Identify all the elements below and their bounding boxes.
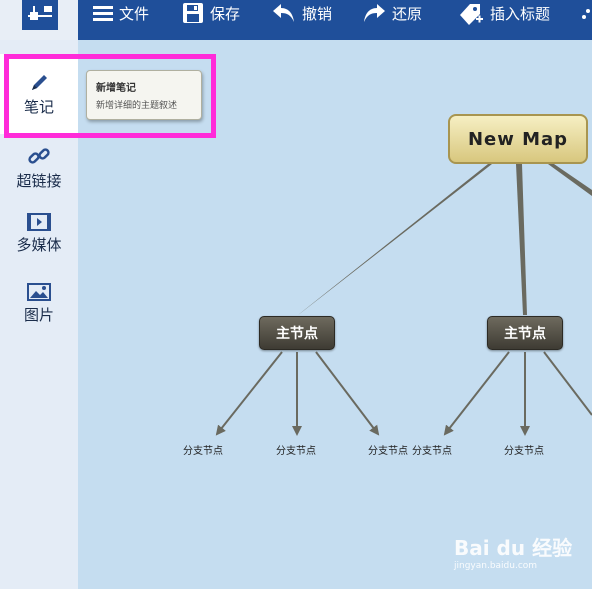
tooltip-description: 新增详细的主题叙述: [96, 101, 178, 111]
branch-node-3[interactable]: 分支节点: [368, 442, 408, 457]
root-node[interactable]: New Map: [448, 114, 588, 164]
baidu-watermark: Bai du 经验 jingyan.baidu.com: [454, 532, 572, 571]
branch-node-4[interactable]: 分支节点: [412, 442, 452, 457]
tooltip-title: 新增笔记: [96, 83, 136, 94]
branch-node-5[interactable]: 分支节点: [504, 442, 544, 457]
branch-node-1[interactable]: 分支节点: [183, 442, 223, 457]
main-node-1[interactable]: 主节点: [259, 316, 335, 350]
watermark-brand: Bai du 经验: [454, 536, 573, 560]
add-note-tooltip: 新增笔记 新增详细的主题叙述: [86, 70, 202, 120]
branch-node-2[interactable]: 分支节点: [276, 442, 316, 457]
watermark-url: jingyan.baidu.com: [454, 561, 538, 571]
main-node-2[interactable]: 主节点: [487, 316, 563, 350]
